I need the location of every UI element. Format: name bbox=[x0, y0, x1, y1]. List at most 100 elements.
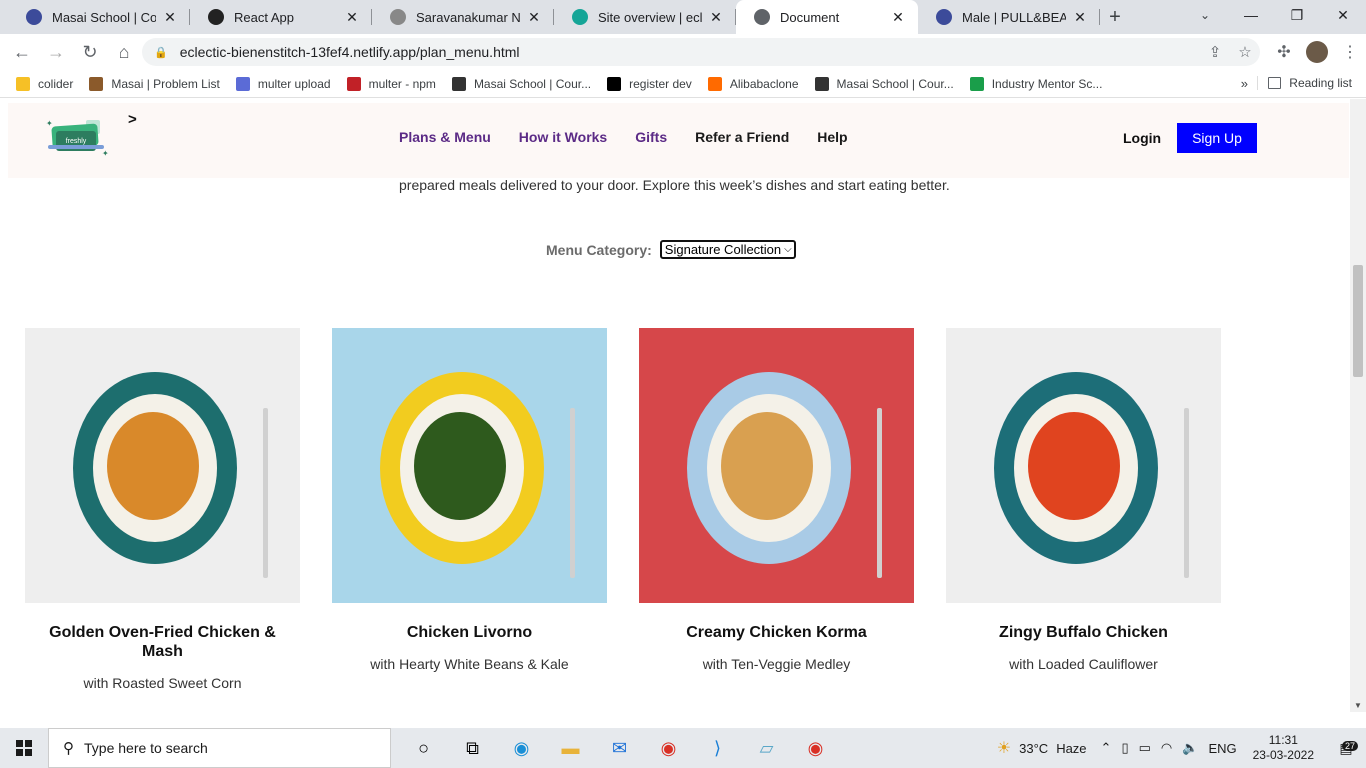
dish-card[interactable]: Creamy Chicken Korma with Ten-Veggie Medl… bbox=[639, 328, 914, 672]
tab-search-icon[interactable]: ⌄ bbox=[1190, 0, 1220, 30]
taskbar-search[interactable]: ⚲ Type here to search bbox=[48, 728, 391, 768]
freshly-logo[interactable]: ✦ freshly ✦ bbox=[46, 119, 110, 159]
dish-name[interactable]: Chicken Livorno bbox=[332, 623, 607, 642]
caret-icon[interactable]: > bbox=[128, 111, 137, 128]
share-icon[interactable]: ⇪ bbox=[1200, 43, 1230, 61]
battery-icon[interactable]: ▭ bbox=[1139, 740, 1151, 756]
dish-image[interactable] bbox=[639, 328, 914, 603]
bookmark-item[interactable]: multer - npm bbox=[346, 76, 436, 91]
back-icon[interactable]: ← bbox=[6, 36, 38, 68]
close-tab-icon[interactable]: ✕ bbox=[708, 9, 724, 26]
nav-refer-a-friend[interactable]: Refer a Friend bbox=[695, 129, 789, 145]
chrome-profile-icon[interactable]: ◉ bbox=[791, 728, 840, 768]
windows-logo-icon bbox=[16, 740, 32, 756]
notification-center[interactable]: ▤ 27 bbox=[1326, 740, 1366, 757]
dish-name[interactable]: Golden Oven-Fried Chicken & Mash bbox=[25, 623, 300, 661]
language-indicator[interactable]: ENG bbox=[1208, 741, 1236, 756]
bookmark-label: Industry Mentor Sc... bbox=[991, 76, 1103, 91]
bookmark-item[interactable]: Masai | Problem List bbox=[89, 76, 220, 91]
tab-favicon-icon bbox=[390, 9, 406, 25]
start-button[interactable] bbox=[0, 728, 48, 768]
nav-how-it-works[interactable]: How it Works bbox=[519, 129, 607, 145]
dish-card[interactable]: Zingy Buffalo Chicken with Loaded Caulifl… bbox=[946, 328, 1221, 672]
nav-help[interactable]: Help bbox=[817, 129, 847, 145]
bookmark-item[interactable]: Industry Mentor Sc... bbox=[969, 76, 1103, 91]
menu-kebab-icon[interactable]: ⋮ bbox=[1334, 42, 1366, 62]
minimize-icon[interactable]: — bbox=[1228, 0, 1274, 30]
tab-favicon-icon bbox=[572, 9, 588, 25]
lock-icon[interactable]: 🔒 bbox=[154, 46, 168, 59]
dish-image[interactable] bbox=[946, 328, 1221, 603]
browser-tab[interactable]: React App ✕ bbox=[190, 0, 372, 34]
close-tab-icon[interactable]: ✕ bbox=[1072, 9, 1088, 26]
dish-name[interactable]: Zingy Buffalo Chicken bbox=[946, 623, 1221, 642]
taskbar-apps: ○ ⧉ ◉ ▬ ✉ ◉ ⟩ ▱ ◉ bbox=[399, 728, 840, 768]
nav-plans-menu[interactable]: Plans & Menu bbox=[399, 129, 491, 145]
weather-widget[interactable]: ☀ 33°C Haze bbox=[997, 738, 1087, 758]
close-tab-icon[interactable]: ✕ bbox=[162, 9, 178, 26]
bookmark-favicon-icon bbox=[89, 76, 104, 91]
browser-tab[interactable]: Masai School | Course ✕ bbox=[8, 0, 190, 34]
dish-card[interactable]: Golden Oven-Fried Chicken & Mash with Roa… bbox=[25, 328, 300, 691]
bookmark-item[interactable]: Masai School | Cour... bbox=[451, 76, 592, 91]
extensions-icon[interactable]: ✣ bbox=[1268, 42, 1300, 62]
bookmark-label: Masai School | Cour... bbox=[473, 76, 592, 91]
profile-avatar[interactable] bbox=[1306, 41, 1328, 63]
task-view-icon[interactable]: ⧉ bbox=[448, 728, 497, 768]
new-tab-button[interactable]: + bbox=[1100, 0, 1130, 34]
login-link[interactable]: Login bbox=[1123, 130, 1161, 146]
tab-favicon-icon bbox=[754, 9, 770, 25]
dish-name[interactable]: Creamy Chicken Korma bbox=[639, 623, 914, 642]
taskbar-search-placeholder: Type here to search bbox=[84, 740, 208, 756]
mail-icon[interactable]: ✉ bbox=[595, 728, 644, 768]
close-tab-icon[interactable]: ✕ bbox=[344, 9, 360, 26]
browser-tab[interactable]: Site overview | eclectic ✕ bbox=[554, 0, 736, 34]
scrollbar-thumb[interactable] bbox=[1353, 265, 1363, 377]
dish-image[interactable] bbox=[25, 328, 300, 603]
home-icon[interactable]: ⌂ bbox=[108, 36, 140, 68]
browser-tab[interactable]: Saravanakumar Nagar ✕ bbox=[372, 0, 554, 34]
cortana-icon[interactable]: ○ bbox=[399, 728, 448, 768]
bookmark-item[interactable]: Masai School | Cour... bbox=[814, 76, 954, 91]
notepad-icon[interactable]: ▱ bbox=[742, 728, 791, 768]
close-window-icon[interactable]: ✕ bbox=[1320, 0, 1366, 30]
dish-image[interactable] bbox=[332, 328, 607, 603]
chrome-icon[interactable]: ◉ bbox=[644, 728, 693, 768]
tab-favicon-icon bbox=[26, 9, 42, 25]
edge-icon[interactable]: ◉ bbox=[497, 728, 546, 768]
browser-tab[interactable]: Male | PULL&BEAR Pu ✕ bbox=[918, 0, 1100, 34]
signup-button[interactable]: Sign Up bbox=[1177, 123, 1257, 153]
scroll-down-icon[interactable]: ▼ bbox=[1354, 701, 1362, 710]
volume-icon[interactable]: 🔈 bbox=[1182, 740, 1198, 756]
vscode-icon[interactable]: ⟩ bbox=[693, 728, 742, 768]
nav-gifts[interactable]: Gifts bbox=[635, 129, 667, 145]
chevron-up-icon[interactable]: ⌃ bbox=[1101, 740, 1112, 756]
forward-icon[interactable]: → bbox=[40, 36, 72, 68]
reading-list-label: Reading list bbox=[1289, 76, 1352, 90]
clock[interactable]: 11:31 23-03-2022 bbox=[1253, 733, 1314, 763]
restore-icon[interactable]: ❐ bbox=[1274, 0, 1320, 30]
windows-taskbar: ⚲ Type here to search ○ ⧉ ◉ ▬ ✉ ◉ ⟩ ▱ ◉ … bbox=[0, 728, 1366, 768]
bookmark-item[interactable]: Alibabaclone bbox=[707, 76, 799, 91]
dish-card[interactable]: Chicken Livorno with Hearty White Beans &… bbox=[332, 328, 607, 672]
bookmark-item[interactable]: multer upload bbox=[235, 76, 331, 91]
device-icon[interactable]: ▯ bbox=[1121, 740, 1128, 756]
page-scrollbar[interactable]: ▼ bbox=[1350, 99, 1366, 712]
browser-tab[interactable]: Document ✕ bbox=[736, 0, 918, 34]
bookmark-favicon-icon bbox=[16, 76, 30, 91]
reload-icon[interactable]: ↻ bbox=[74, 36, 106, 68]
menu-category-select[interactable]: Signature Collection ⌵ bbox=[659, 240, 796, 259]
tab-title: Male | PULL&BEAR Pu bbox=[962, 9, 1066, 25]
bookmark-item[interactable]: colider bbox=[16, 76, 73, 91]
close-tab-icon[interactable]: ✕ bbox=[890, 9, 906, 26]
url-text[interactable]: eclectic-bienenstitch-13fef4.netlify.app… bbox=[180, 44, 1200, 60]
system-tray: ☀ 33°C Haze ⌃ ▯ ▭ ◠ 🔈 ENG 11:31 23-03-20… bbox=[997, 728, 1366, 768]
reading-list-button[interactable]: Reading list bbox=[1257, 76, 1352, 90]
bookmarks-overflow-icon[interactable]: » bbox=[1241, 76, 1248, 91]
bookmark-star-icon[interactable]: ☆ bbox=[1230, 43, 1260, 61]
file-explorer-icon[interactable]: ▬ bbox=[546, 728, 595, 768]
wifi-icon[interactable]: ◠ bbox=[1161, 740, 1172, 756]
close-tab-icon[interactable]: ✕ bbox=[526, 9, 542, 26]
bookmark-item[interactable]: register dev bbox=[607, 76, 692, 91]
address-bar[interactable]: 🔒 eclectic-bienenstitch-13fef4.netlify.a… bbox=[142, 38, 1260, 66]
